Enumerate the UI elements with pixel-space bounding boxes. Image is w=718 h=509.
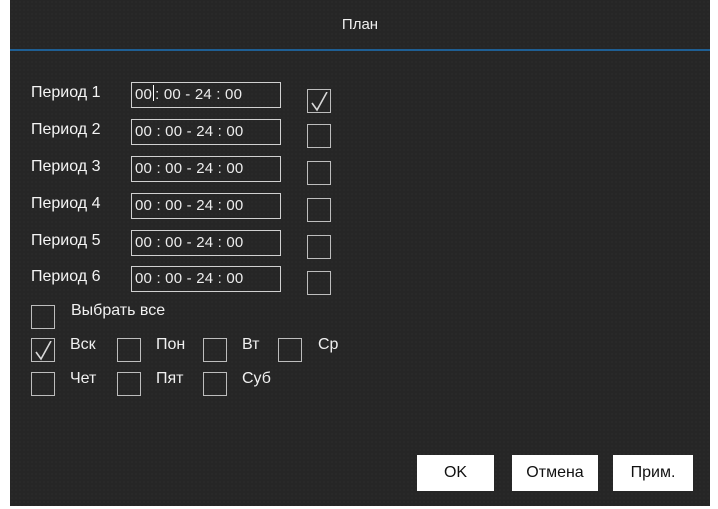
cancel-button[interactable]: Отмена (512, 455, 598, 491)
day-saturday-checkbox[interactable] (203, 372, 227, 396)
day-tuesday-checkbox[interactable] (203, 338, 227, 362)
period-6-time-input[interactable]: 00 : 00 - 24 : 00 (131, 266, 281, 292)
period-5-time-input[interactable]: 00 : 00 - 24 : 00 (131, 230, 281, 256)
period-6-label: Период 6 (31, 268, 101, 285)
period-3-label: Период 3 (31, 158, 101, 175)
period-6-checkbox[interactable] (307, 271, 331, 295)
period-4-checkbox[interactable] (307, 198, 331, 222)
period-3-checkbox[interactable] (307, 161, 331, 185)
period-2-label: Период 2 (31, 121, 101, 138)
day-wednesday-checkbox[interactable] (278, 338, 302, 362)
period-3-time-input[interactable]: 00 : 00 - 24 : 00 (131, 156, 281, 182)
period-1-checkbox[interactable] (307, 89, 331, 113)
day-wednesday-label: Ср (318, 336, 339, 353)
select-all-checkbox[interactable] (31, 305, 55, 329)
period-4-label: Период 4 (31, 195, 101, 212)
dialog-title: План (341, 16, 379, 33)
checkmark-icon (311, 92, 328, 112)
day-friday-checkbox[interactable] (117, 372, 141, 396)
period-1-time-rest: : 00 - 24 : 00 (155, 86, 243, 103)
day-sunday-label: Вск (70, 336, 96, 353)
period-5-checkbox[interactable] (307, 235, 331, 259)
period-4-time-input[interactable]: 00 : 00 - 24 : 00 (131, 193, 281, 219)
day-friday-label: Пят (156, 370, 184, 387)
day-monday-label: Пон (156, 336, 186, 353)
period-1-time-input[interactable]: 00: 00 - 24 : 00 (131, 82, 281, 108)
checkmark-icon (35, 341, 52, 361)
day-saturday-label: Суб (242, 370, 271, 387)
day-monday-checkbox[interactable] (117, 338, 141, 362)
apply-button[interactable]: Прим. (613, 455, 693, 491)
day-thursday-checkbox[interactable] (31, 372, 55, 396)
day-sunday-checkbox[interactable] (31, 338, 55, 362)
period-2-checkbox[interactable] (307, 124, 331, 148)
title-divider (10, 49, 710, 51)
select-all-label: Выбрать все (71, 302, 166, 319)
period-2-time-input[interactable]: 00 : 00 - 24 : 00 (131, 119, 281, 145)
day-thursday-label: Чет (70, 370, 97, 387)
period-1-time-hour: 00 (135, 86, 153, 103)
schedule-dialog: План Период 1 00: 00 - 24 : 00 Период 2 … (10, 0, 710, 506)
period-1-label: Период 1 (31, 84, 101, 101)
text-cursor (153, 85, 155, 101)
period-5-label: Период 5 (31, 232, 101, 249)
day-tuesday-label: Вт (242, 336, 260, 353)
ok-button[interactable]: OK (417, 455, 494, 491)
